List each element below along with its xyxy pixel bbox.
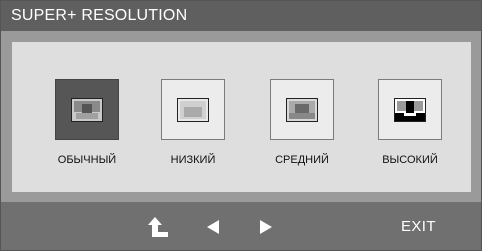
option-label: НИЗКИЙ (170, 154, 216, 166)
resolution-high-icon (394, 98, 426, 122)
option-high[interactable] (378, 79, 442, 140)
exit-button[interactable]: EXIT (401, 218, 436, 235)
footer-bar: EXIT (1, 202, 481, 250)
option-medium[interactable] (270, 79, 334, 140)
osd-window: SUPER+ RESOLUTION ОБЫЧНЫЙ НИЗКИЙ СРЕДНИЙ… (0, 0, 482, 251)
resolution-medium-icon (286, 98, 318, 122)
return-arrow-icon[interactable] (146, 216, 170, 238)
options-panel: ОБЫЧНЫЙ НИЗКИЙ СРЕДНИЙ ВЫСОКИЙ (12, 42, 471, 192)
resolution-normal-icon (71, 98, 103, 122)
menu-title: SUPER+ RESOLUTION (1, 1, 481, 31)
left-arrow-icon[interactable] (201, 216, 225, 238)
option-normal[interactable] (55, 79, 119, 140)
option-label: СРЕДНИЙ (275, 154, 329, 166)
resolution-low-icon (177, 98, 209, 122)
option-label: ОБЫЧНЫЙ (57, 154, 117, 166)
option-low[interactable] (161, 79, 225, 140)
option-label: ВЫСОКИЙ (382, 154, 438, 166)
right-arrow-icon[interactable] (254, 216, 278, 238)
